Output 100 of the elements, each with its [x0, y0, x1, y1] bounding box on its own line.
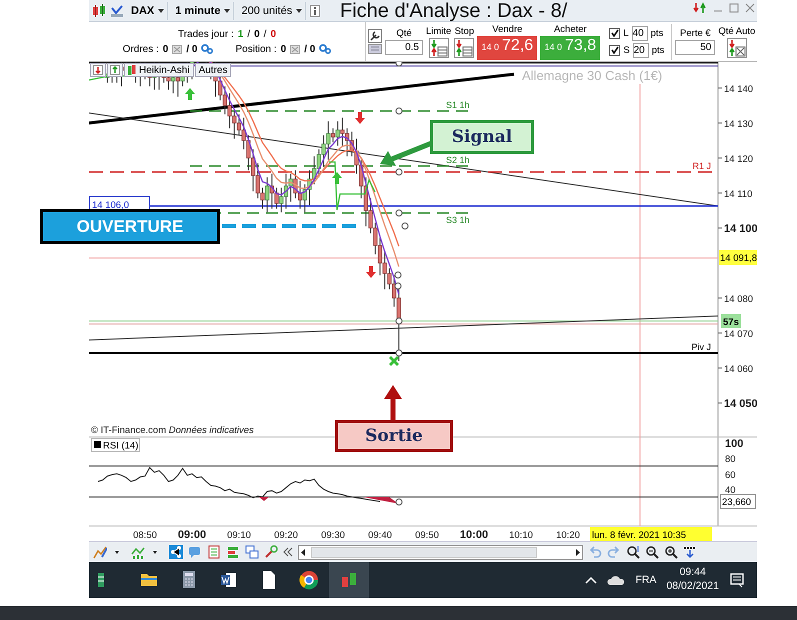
level-label: Piv J: [691, 342, 711, 352]
down-arrow-icon: [355, 112, 365, 124]
time-label: 09:00: [178, 529, 206, 541]
level-label: S3 1h: [446, 215, 470, 225]
cancel-icon[interactable]: [290, 44, 300, 54]
buy-label: Acheter: [554, 24, 587, 34]
price-label: 14 130: [724, 119, 754, 130]
rsi-label: 80: [725, 454, 736, 465]
sell-button[interactable]: 14 0 72,6: [477, 36, 538, 60]
checkbox[interactable]: [609, 44, 620, 56]
loss-field[interactable]: 50: [675, 40, 716, 55]
open-callout: OUVERTURE: [40, 209, 220, 244]
quantity-field[interactable]: 0.5: [385, 40, 423, 55]
stop-order-icon[interactable]: [454, 38, 474, 58]
clock-time[interactable]: 09:44: [680, 566, 706, 580]
price-tag: 14 091,8: [719, 250, 757, 265]
candles-icon[interactable]: [92, 4, 106, 18]
tab[interactable]: Heikin-Ashi: [124, 63, 194, 77]
price-label: 14 140: [724, 84, 754, 95]
tab[interactable]: [107, 63, 123, 77]
cloud-icon[interactable]: [607, 574, 626, 586]
windows-icon[interactable]: [245, 545, 259, 559]
auto-quantity-label: Qté Auto: [718, 26, 756, 36]
trades-count: 0: [254, 28, 260, 40]
language-indicator[interactable]: FRA: [635, 574, 656, 586]
bracket-label: S: [623, 44, 630, 56]
double-chevron-icon[interactable]: [283, 547, 293, 557]
page-title: Fiche d'Analyse : Dax - 8/: [340, 1, 568, 21]
tick-mark: [718, 332, 722, 334]
tab[interactable]: Autres: [194, 63, 232, 77]
zoom-in-icon[interactable]: [664, 545, 678, 559]
point-marker: [396, 168, 402, 176]
scroll-bar[interactable]: [298, 544, 583, 560]
info-icon[interactable]: [310, 4, 320, 16]
point-marker: [402, 222, 408, 230]
price-label: 14 060: [724, 364, 754, 375]
tick-mark: [718, 192, 722, 194]
checkbox[interactable]: [609, 28, 620, 38]
point-marker: [396, 318, 402, 324]
limit-order-icon[interactable]: [428, 38, 449, 58]
points-unit: pts: [652, 44, 664, 56]
left-arrow-icon[interactable]: [299, 546, 307, 558]
list-icon[interactable]: [207, 545, 221, 559]
point-marker: [396, 210, 402, 216]
trades-count: 1: [238, 28, 244, 40]
quantity-label: Qté: [396, 28, 412, 39]
cancel-icon[interactable]: [172, 44, 182, 54]
swap-arrows-icon[interactable]: [693, 2, 707, 14]
notification-icon[interactable]: [729, 572, 745, 588]
tab[interactable]: [90, 63, 106, 77]
time-label: 10:10: [509, 530, 533, 541]
time-label: 09:30: [321, 530, 345, 541]
clock-date[interactable]: 08/02/2021: [666, 580, 719, 594]
tick-mark: [718, 402, 722, 404]
position-label: Position :: [235, 44, 277, 54]
right-arrow-icon[interactable]: [574, 546, 582, 558]
auto-quantity-icon[interactable]: [726, 38, 747, 58]
trades-count: 0: [270, 28, 276, 40]
trades-label: Trades jour :: [178, 28, 234, 40]
bars-icon[interactable]: [226, 545, 240, 559]
price-label: 14 050: [724, 398, 757, 410]
download-icon[interactable]: [683, 545, 697, 559]
timeframe-dropdown[interactable]: 1 minute: [172, 2, 234, 20]
rsi-label: 40: [725, 485, 736, 496]
time-label: 09:10: [227, 530, 251, 541]
gears-icon[interactable]: [201, 44, 214, 54]
indicator-line: [329, 161, 376, 211]
share-icon[interactable]: [169, 545, 183, 559]
price-label: 14 110: [724, 189, 752, 200]
sell-label: Vendre: [492, 24, 522, 34]
position-pending: / 0: [304, 44, 316, 54]
rsi-label: 100: [725, 438, 744, 450]
candles-icon: [128, 65, 136, 75]
points-field[interactable]: 40: [632, 26, 648, 40]
zoom-fit-icon[interactable]: [626, 545, 640, 559]
check-list-icon[interactable]: [110, 4, 124, 18]
quantity-dropdown[interactable]: 200 unités: [238, 2, 306, 20]
time-label: 10:00: [460, 529, 488, 541]
maximize-icon[interactable]: [729, 3, 739, 13]
down-arrow-icon: [93, 65, 103, 75]
symbol-dropdown[interactable]: DAX: [128, 2, 168, 20]
up-arrow-icon: [332, 172, 342, 184]
time-label: 09:40: [368, 530, 392, 541]
point-marker: [396, 108, 402, 114]
gears-icon[interactable]: [319, 44, 332, 54]
points-unit: pts: [650, 28, 664, 38]
caret-up-icon[interactable]: [585, 575, 598, 585]
slash-text: /: [264, 28, 266, 40]
exit-callout: Sortie: [335, 420, 453, 452]
points-field[interactable]: 20: [632, 42, 649, 58]
up-arrow-icon: [185, 88, 195, 100]
loss-label: Perte €: [680, 28, 711, 39]
pencil-chart-icon[interactable]: [93, 545, 107, 559]
time-label: 10:20: [556, 530, 580, 541]
point-marker: [394, 272, 402, 278]
rsi-label: 60: [725, 470, 736, 481]
zoom-out-icon[interactable]: [645, 545, 659, 559]
bracket-label: L: [623, 28, 629, 38]
round-browser-icon[interactable]: [298, 569, 320, 591]
close-icon[interactable]: [745, 3, 755, 13]
